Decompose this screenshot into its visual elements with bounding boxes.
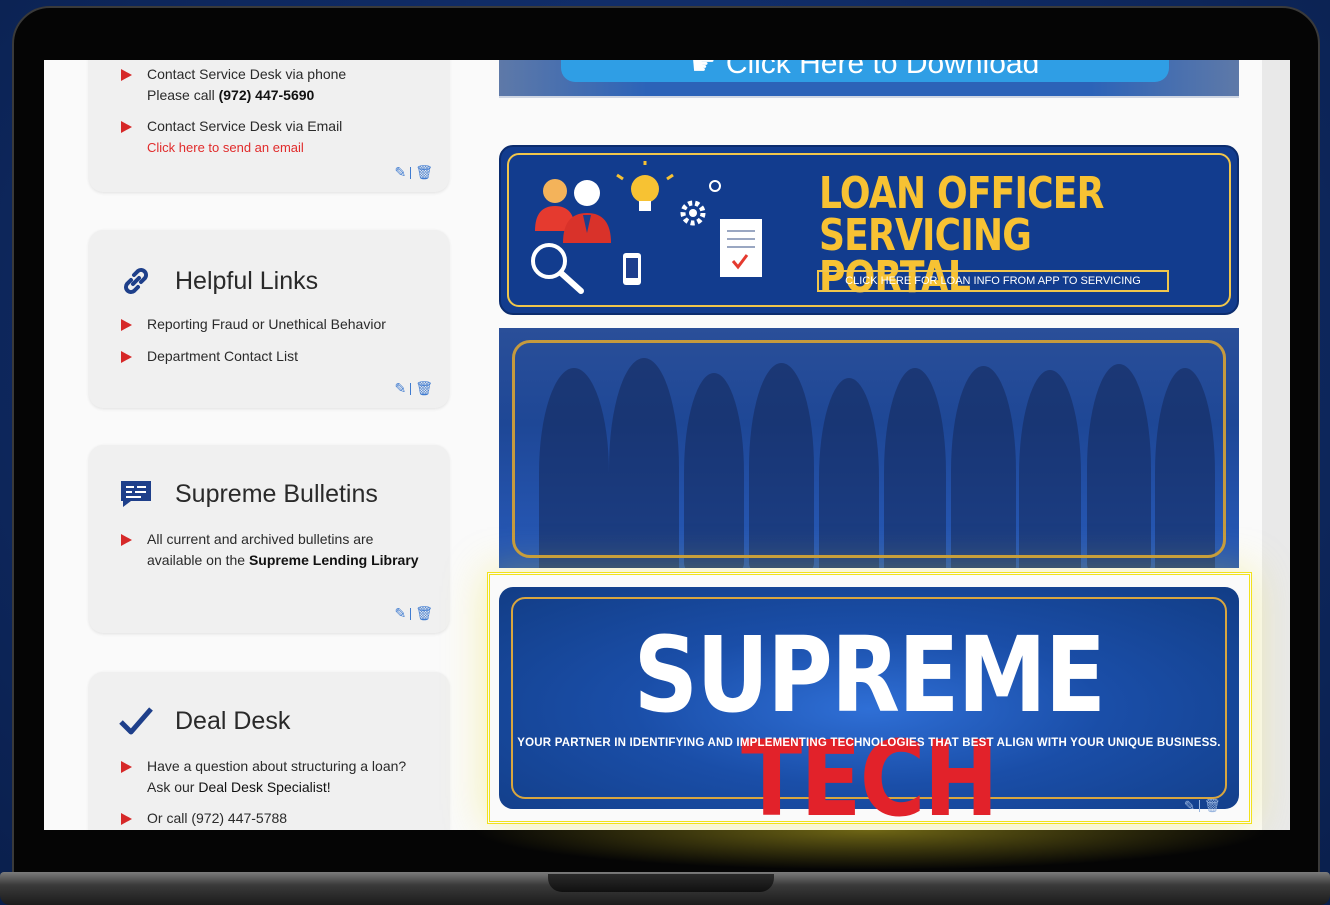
highlight-glow	[470, 830, 1270, 870]
fraud-report-link[interactable]: Reporting Fraud or Unethical Behavior	[147, 316, 386, 332]
team-photo-banner[interactable]	[499, 328, 1239, 568]
loan-title-line1: LOAN OFFICER	[819, 168, 1104, 219]
delete-icon[interactable]: 🗑	[415, 380, 433, 397]
delete-icon[interactable]: 🗑	[1204, 798, 1221, 814]
helpful-links-title: Helpful Links	[175, 266, 319, 295]
deal-desk-title: Deal Desk	[175, 706, 291, 735]
laptop-screen: Contact Service Desk via phone Please ca…	[44, 60, 1290, 830]
laptop-notch	[548, 874, 774, 892]
tool-separator	[410, 166, 412, 179]
supreme-tech-banner[interactable]: SUPREME TECH YOUR PARTNER IN IDENTIFYING…	[499, 587, 1239, 830]
tool-separator	[410, 382, 412, 395]
bulletins-header: Supreme Bulletins	[119, 477, 378, 511]
checkmark-icon	[119, 704, 153, 738]
helpful-link-item[interactable]: Department Contact List	[121, 346, 431, 367]
edit-icon[interactable]: ✎	[394, 380, 406, 397]
bulletins-text: All current and archived bulletins are a…	[121, 529, 431, 571]
download-button[interactable]: ☛ Click Here to Download	[561, 60, 1169, 82]
lending-library-link[interactable]: Supreme Lending Library	[249, 552, 419, 568]
deal-desk-question: Have a question about structuring a loan…	[121, 756, 431, 798]
card-tools: ✎ 🗑	[394, 164, 433, 181]
edit-icon[interactable]: ✎	[394, 164, 406, 181]
download-label: Click Here to Download	[725, 60, 1040, 80]
loan-portal-subtitle[interactable]: CLICK HERE FOR LOAN INFO FROM APP TO SER…	[817, 270, 1169, 292]
tool-separator	[1198, 800, 1200, 812]
contact-phone-text: Contact Service Desk via phone	[147, 66, 347, 82]
helpful-links-card: Helpful Links Reporting Fraud or Unethic…	[89, 230, 449, 408]
deal-desk-phone-text: Or call (972) 447-5788	[147, 810, 288, 826]
contact-phone-bullet: Contact Service Desk via phone Please ca…	[121, 64, 431, 106]
portal-illustration	[531, 161, 762, 294]
delete-icon[interactable]: 🗑	[415, 605, 433, 622]
call-prefix: Please call	[147, 87, 219, 103]
link-icon	[119, 264, 153, 298]
contact-phone-line: Please call (972) 447-5690	[147, 85, 431, 106]
contact-email-bullet: Contact Service Desk via Email Click her…	[121, 116, 431, 158]
supreme-tech-subtitle: YOUR PARTNER IN IDENTIFYING AND IMPLEMEN…	[517, 737, 1221, 749]
deal-desk-specialist-link[interactable]: Deal Desk Specialist!	[198, 779, 330, 795]
contact-service-desk-card: Contact Service Desk via phone Please ca…	[89, 60, 449, 192]
deal-desk-phone: Or call (972) 447-5788	[121, 808, 431, 829]
service-desk-phone: (972) 447-5690	[218, 87, 315, 103]
supreme-bulletins-card: Supreme Bulletins All current and archiv…	[89, 445, 449, 633]
edit-icon[interactable]: ✎	[394, 605, 406, 622]
edit-icon[interactable]: ✎	[1184, 798, 1195, 814]
supreme-tech-title: SUPREME TECH	[551, 623, 1187, 830]
pointing-hand-icon: ☛	[690, 60, 716, 80]
helpful-link-item[interactable]: Reporting Fraud or Unethical Behavior	[121, 314, 431, 335]
download-banner[interactable]: ☛ Click Here to Download	[499, 60, 1239, 98]
contact-email-text: Contact Service Desk via Email	[147, 118, 343, 134]
card-tools: ✎ 🗑	[394, 380, 433, 397]
tool-separator	[410, 607, 412, 620]
deal-desk-card: Deal Desk Have a question about structur…	[89, 672, 449, 830]
helpful-links-header: Helpful Links	[119, 264, 318, 298]
send-email-link[interactable]: Click here to send an email	[147, 137, 431, 158]
card-tools: ✎ 🗑	[394, 605, 433, 622]
delete-icon[interactable]: 🗑	[415, 164, 433, 181]
tech-title-red: TECH	[741, 718, 998, 830]
bulletins-title: Supreme Bulletins	[175, 479, 378, 508]
chat-icon	[119, 477, 153, 511]
card-tools: ✎ 🗑	[1184, 798, 1272, 814]
scroll-gutter	[1262, 60, 1290, 830]
loan-officer-portal-banner[interactable]: LOAN OFFICER SERVICING PORTAL CLICK HERE…	[499, 145, 1239, 315]
department-contact-link[interactable]: Department Contact List	[147, 348, 298, 364]
photo-frame	[512, 340, 1226, 558]
deal-desk-header: Deal Desk	[119, 704, 290, 738]
